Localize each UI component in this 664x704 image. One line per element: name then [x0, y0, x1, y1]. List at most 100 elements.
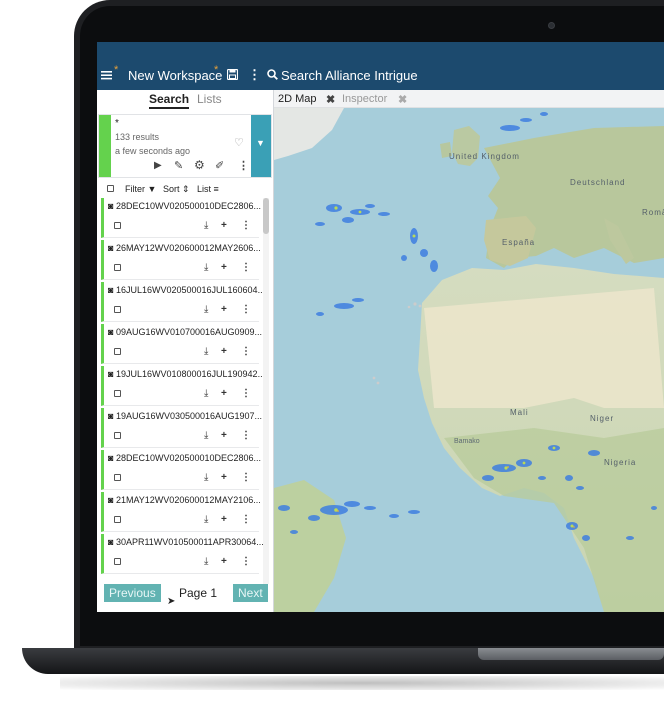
funnel-icon: ▼	[147, 184, 157, 194]
add-icon[interactable]: +	[221, 304, 227, 315]
list-item[interactable]: ◙ 28DEC10WV020500010DEC2806... ⤓ + ⋮	[101, 198, 262, 238]
add-icon[interactable]: +	[221, 346, 227, 357]
map-label: Mali	[510, 408, 529, 417]
tab-inspector[interactable]: Inspector	[342, 93, 387, 105]
list-item[interactable]: ◙ 19JUL16WV010800016JUL190942... ⤓ + ⋮	[101, 366, 265, 406]
search-summary-card[interactable]: * 133 results a few seconds ago ♡ ▶ ✎ ⚙ …	[98, 114, 272, 178]
results-toolbar: Filter ▼ Sort ⇕ List ≡	[97, 182, 274, 198]
search-title[interactable]: Search Alliance Intrigue	[281, 68, 418, 83]
add-icon[interactable]: +	[221, 220, 227, 231]
close-icon[interactable]: ✖	[398, 93, 407, 106]
item-title: ◙ 28DEC10WV020500010DEC2806...	[108, 201, 262, 211]
save-icon[interactable]	[226, 68, 239, 83]
more-vertical-icon[interactable]: ⋮	[241, 430, 251, 441]
list-item[interactable]: ◙ 28DEC10WV020500010DEC2806... ⤓ + ⋮	[101, 450, 262, 490]
item-checkbox[interactable]	[114, 390, 121, 397]
list-item[interactable]: ◙ 16JUL16WV020500016JUL160604... ⤓ + ⋮	[101, 282, 265, 322]
tab-2d-map[interactable]: 2D Map	[278, 93, 317, 105]
item-checkbox[interactable]	[114, 558, 121, 565]
download-icon[interactable]: ⤓	[204, 304, 208, 315]
camera-icon: ◙	[108, 327, 114, 337]
item-checkbox[interactable]	[114, 222, 121, 229]
search-icon[interactable]	[267, 68, 278, 83]
list-item[interactable]: ◙ 19AUG16WV030500016AUG1907... ⤓ + ⋮	[101, 408, 263, 448]
hamburger-icon[interactable]	[101, 68, 112, 83]
add-icon[interactable]: +	[221, 556, 227, 567]
feather-slash-icon[interactable]: ✐	[215, 159, 224, 172]
map-label: Nigeria	[604, 458, 637, 467]
mouse-cursor-icon: ➤	[167, 596, 176, 607]
previous-button[interactable]: Previous	[104, 584, 161, 602]
list-item[interactable]: ◙ 09AUG16WV010700016AUG0909... ⤓ + ⋮	[101, 324, 262, 364]
camera-icon: ◙	[108, 243, 114, 253]
download-icon[interactable]: ⤓	[204, 388, 208, 399]
list-icon: ≡	[213, 184, 219, 194]
unsaved-star-icon: *	[214, 64, 219, 76]
download-icon[interactable]: ⤓	[204, 220, 208, 231]
filter-button[interactable]: Filter ▼	[125, 184, 156, 194]
download-icon[interactable]: ⤓	[204, 430, 208, 441]
close-icon[interactable]: ✖	[326, 93, 335, 106]
add-icon[interactable]: +	[221, 262, 227, 273]
add-icon[interactable]: +	[221, 472, 227, 483]
list-item[interactable]: ◙ 21MAY12WV020600012MAY2106... ⤓ + ⋮	[101, 492, 261, 532]
item-checkbox[interactable]	[114, 348, 121, 355]
more-vertical-icon[interactable]: ⋮	[241, 346, 251, 357]
item-title: ◙ 28DEC10WV020500010DEC2806...	[108, 453, 262, 463]
more-vertical-icon[interactable]: ⋮	[241, 514, 251, 525]
scrollbar-thumb[interactable]	[263, 198, 269, 234]
download-icon[interactable]: ⤓	[204, 346, 208, 357]
item-title: ◙ 30APR11WV010500011APR30064...	[108, 537, 264, 547]
camera-icon: ◙	[108, 495, 114, 505]
item-title: ◙ 19AUG16WV030500016AUG1907...	[108, 411, 263, 421]
map-label: United Kingdom	[449, 152, 520, 161]
tab-lists[interactable]: Lists	[197, 92, 222, 106]
item-title: ◙ 21MAY12WV020600012MAY2106...	[108, 495, 261, 505]
next-button[interactable]: Next	[233, 584, 268, 602]
item-checkbox[interactable]	[114, 432, 121, 439]
workspace-title[interactable]: New Workspace	[128, 68, 222, 83]
map-label: Româ	[642, 208, 664, 217]
more-vertical-icon[interactable]: ⋮	[241, 220, 251, 231]
add-icon[interactable]: +	[221, 514, 227, 525]
more-vertical-icon[interactable]: ⋮	[238, 159, 249, 172]
query-text: *	[115, 118, 119, 129]
heartbeat-icon[interactable]: ♡	[234, 136, 244, 149]
download-icon[interactable]: ⤓	[204, 262, 208, 273]
list-button[interactable]: List ≡	[197, 184, 219, 194]
add-icon[interactable]: +	[221, 430, 227, 441]
map-view[interactable]: United Kingdom Deutschland Româ España N…	[274, 108, 664, 612]
camera-icon: ◙	[108, 411, 114, 421]
more-vertical-icon[interactable]: ⋮	[241, 472, 251, 483]
sort-label: Sort	[163, 184, 180, 194]
item-checkbox[interactable]	[114, 306, 121, 313]
more-vertical-icon[interactable]: ⋮	[241, 262, 251, 273]
sort-button[interactable]: Sort ⇕	[163, 184, 190, 195]
panel-tabs: Search Lists	[97, 90, 274, 110]
item-checkbox[interactable]	[114, 516, 121, 523]
laptop-notch	[478, 648, 664, 660]
play-icon[interactable]: ▶	[154, 160, 162, 171]
app-screen: * New Workspace * ⋮ Search Alliance Intr…	[97, 42, 664, 612]
more-vertical-icon[interactable]: ⋮	[241, 304, 251, 315]
dropdown-toggle[interactable]: ▼	[251, 115, 271, 177]
select-all-checkbox[interactable]	[107, 185, 114, 192]
list-item[interactable]: ◙ 26MAY12WV020600012MAY2606... ⤓ + ⋮	[101, 240, 261, 280]
download-icon[interactable]: ⤓	[204, 556, 208, 567]
scrollbar-track[interactable]	[263, 198, 269, 584]
more-vertical-icon[interactable]: ⋮	[241, 388, 251, 399]
filter-label: Filter	[125, 184, 145, 194]
pencil-icon[interactable]: ✎	[174, 159, 183, 172]
chevron-down-icon: ▼	[256, 138, 265, 148]
more-vertical-icon[interactable]: ⋮	[241, 556, 251, 567]
download-icon[interactable]: ⤓	[204, 514, 208, 525]
add-icon[interactable]: +	[221, 388, 227, 399]
tab-search[interactable]: Search	[149, 92, 190, 109]
gear-icon[interactable]: ⚙	[194, 158, 205, 172]
item-checkbox[interactable]	[114, 474, 121, 481]
more-vertical-icon[interactable]: ⋮	[248, 67, 261, 83]
item-checkbox[interactable]	[114, 264, 121, 271]
map-label: España	[502, 238, 536, 247]
download-icon[interactable]: ⤓	[204, 472, 208, 483]
list-item[interactable]: ◙ 30APR11WV010500011APR30064... ⤓ + ⋮	[101, 534, 264, 574]
